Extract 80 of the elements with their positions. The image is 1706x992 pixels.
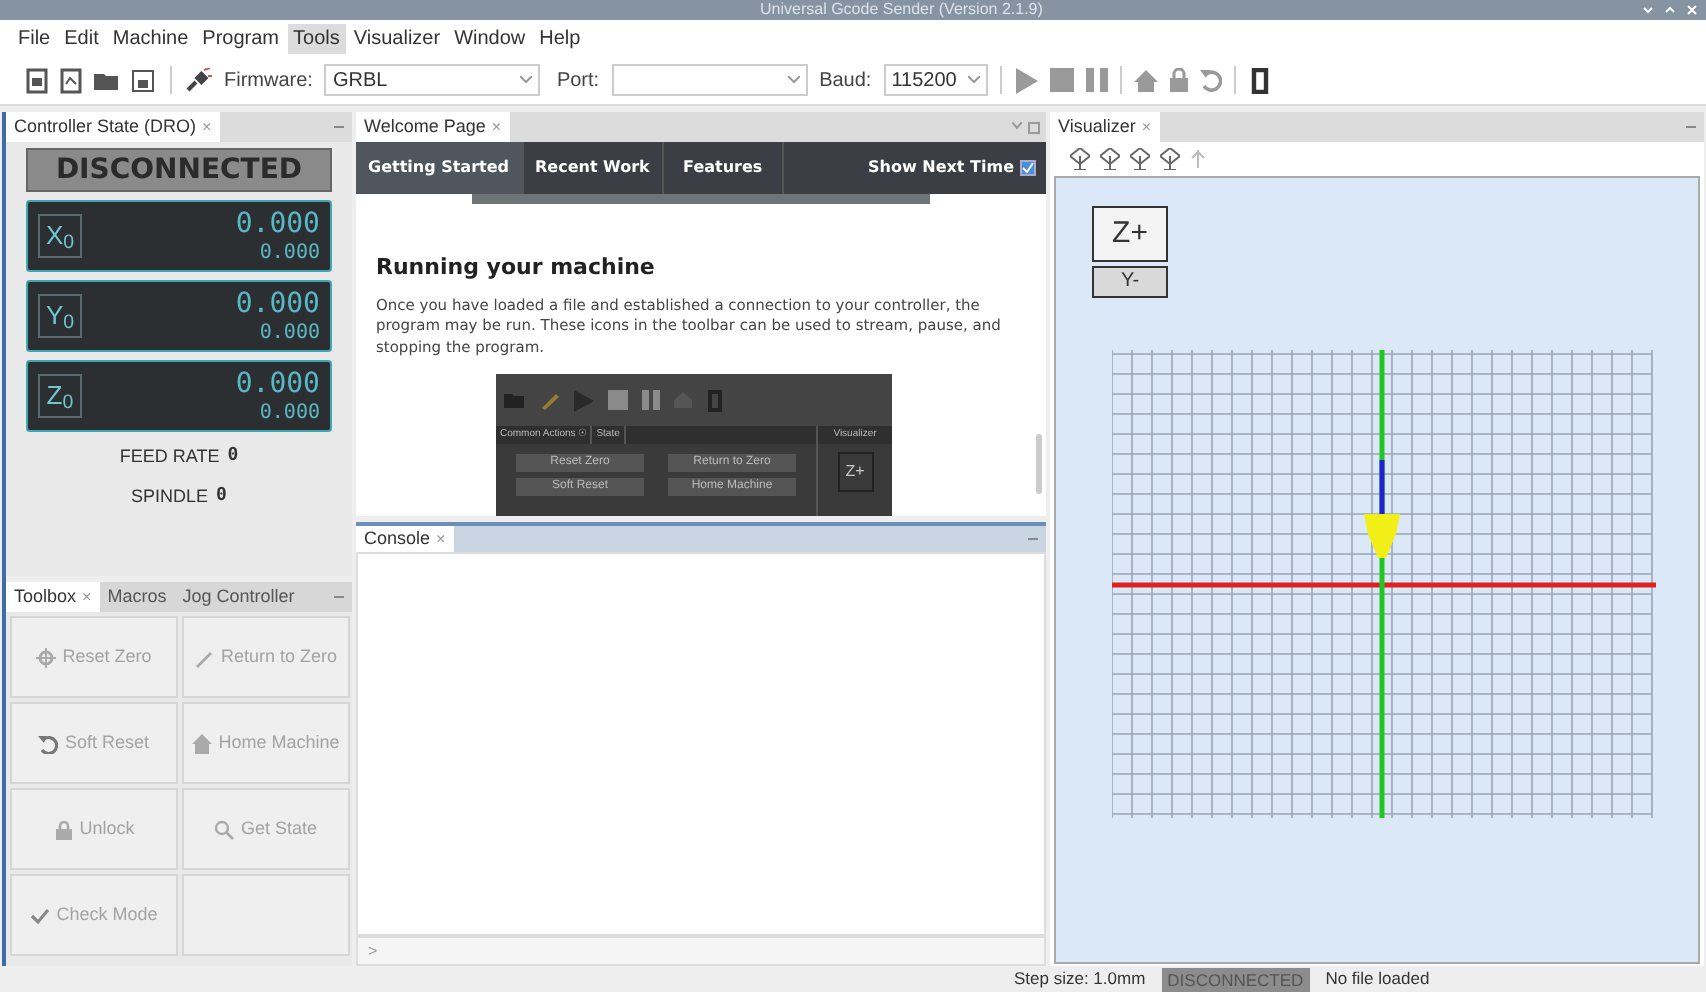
- scrollbar-thumb[interactable]: [1036, 434, 1042, 494]
- new-file-icon[interactable]: [26, 67, 48, 93]
- feed-rate-label: FEED RATE: [119, 444, 220, 470]
- checkbox[interactable]: [1020, 160, 1036, 176]
- chevron-icon[interactable]: [1012, 122, 1022, 132]
- axis-zero-button[interactable]: Y$_{0}$: [38, 294, 82, 338]
- show-next-time-label[interactable]: Show Next Time: [868, 156, 1014, 180]
- prompt: >: [368, 939, 378, 963]
- baud-label: Baud:: [819, 67, 872, 95]
- menu-item[interactable]: Tools: [287, 23, 346, 53]
- file-icon[interactable]: [60, 67, 82, 93]
- tool-cone-drawing: [1364, 514, 1400, 558]
- machine-state: DISCONNECTED: [26, 148, 332, 192]
- menu-item[interactable]: File: [12, 23, 57, 53]
- baud-dropdown[interactable]: 115200: [883, 64, 989, 96]
- machine-position: 0.000: [259, 243, 320, 263]
- stop-icon[interactable]: [1050, 68, 1075, 92]
- folder-icon[interactable]: [94, 69, 120, 91]
- feed-rate-value: 0: [227, 444, 239, 470]
- panel-tab[interactable]: Visualizer ×: [1050, 112, 1160, 142]
- home-icon[interactable]: [1134, 69, 1159, 91]
- lock-icon[interactable]: [1170, 68, 1189, 92]
- spindle-value: 0: [216, 483, 227, 509]
- save-icon[interactable]: [132, 69, 154, 91]
- work-position: 0.000: [235, 289, 320, 317]
- home-icon: [192, 733, 213, 753]
- panel-tab[interactable]: Toolbox ×: [6, 582, 100, 612]
- firmware-label: Firmware:: [224, 67, 313, 95]
- lock-icon: [53, 819, 74, 839]
- nav-tab[interactable]: Getting Started: [356, 142, 523, 194]
- move-icon[interactable]: [1190, 150, 1206, 168]
- check-icon: [30, 905, 51, 925]
- panel-tab[interactable]: Console ×: [356, 526, 454, 552]
- pause-icon[interactable]: [1086, 68, 1109, 92]
- port-label: Port:: [556, 67, 600, 95]
- work-position: 0.000: [235, 209, 320, 237]
- view-cube-face[interactable]: Y-: [1092, 266, 1168, 298]
- reset-icon[interactable]: [1200, 68, 1223, 92]
- work-position: 0.000: [235, 369, 320, 397]
- view-front-icon[interactable]: [1160, 148, 1180, 170]
- port-dropdown[interactable]: [611, 64, 808, 96]
- axis-zero-button[interactable]: X$_{0}$: [38, 214, 82, 258]
- menu-item[interactable]: Edit: [58, 23, 105, 53]
- view-iso-icon[interactable]: [1070, 148, 1090, 170]
- panel-tab[interactable]: Controller State (DRO) ×: [6, 112, 220, 142]
- pencil-icon[interactable]: [540, 390, 560, 410]
- window-title: Universal Gcode Sender (Version 2.1.9): [760, 0, 1043, 20]
- close-icon[interactable]: [1686, 4, 1698, 16]
- menu-item[interactable]: Window: [448, 23, 532, 53]
- view-top-icon[interactable]: [1100, 148, 1120, 170]
- chevron-icon: [520, 76, 533, 84]
- menu-item[interactable]: Help: [533, 23, 587, 53]
- maximize-icon[interactable]: [1028, 121, 1040, 133]
- firmware-dropdown[interactable]: GRBL: [324, 64, 541, 96]
- menu-item[interactable]: Visualizer: [347, 23, 447, 53]
- machine-position: 0.000: [259, 323, 320, 343]
- machine-position: 0.000: [259, 403, 320, 423]
- spindle-label: SPINDLE: [131, 483, 209, 509]
- reset-icon: [38, 733, 59, 753]
- chevron-icon: [968, 76, 981, 84]
- file-status: No file loaded: [1325, 966, 1430, 992]
- pause-icon[interactable]: [642, 390, 660, 410]
- play-icon[interactable]: [574, 389, 594, 411]
- target-icon: [36, 647, 57, 667]
- search-icon: [214, 819, 235, 839]
- view-cube-face: Z+: [837, 452, 873, 492]
- menu-item[interactable]: Machine: [106, 23, 195, 53]
- panel-tab[interactable]: Welcome Page ×: [356, 112, 510, 142]
- menu-item[interactable]: Program: [196, 23, 286, 53]
- view-left-icon[interactable]: [1130, 148, 1150, 170]
- step-size: Step size: 1.0mm: [1014, 966, 1146, 992]
- axis-zero-button[interactable]: Z$_{0}$: [38, 374, 82, 418]
- play-icon[interactable]: [1014, 67, 1039, 93]
- section-heading: Running your machine: [376, 252, 657, 284]
- chevron-icon: [787, 76, 800, 84]
- z-axis-line: [1379, 460, 1385, 514]
- visualizer-canvas[interactable]: Z+ Y-: [1054, 176, 1700, 964]
- pencil-icon: [194, 647, 215, 667]
- minimize-icon[interactable]: [1642, 4, 1654, 16]
- view-cube-face[interactable]: Z+: [1092, 206, 1168, 262]
